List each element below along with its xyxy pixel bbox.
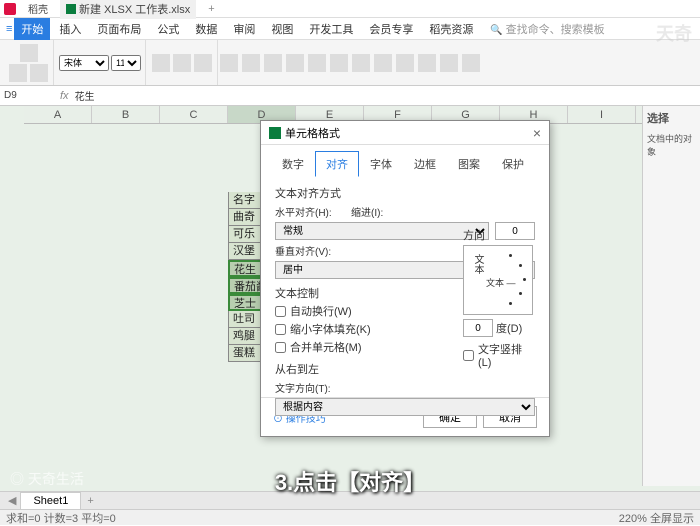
ribbon-misc-icon[interactable] bbox=[374, 54, 392, 72]
selection-pane: 选择 文档中的对象 bbox=[642, 106, 700, 486]
ribbon: 宋体 11 bbox=[0, 40, 700, 86]
menu-review[interactable]: 审阅 bbox=[226, 18, 262, 40]
document-tab[interactable]: 新建 XLSX 工作表.xlsx bbox=[60, 0, 196, 19]
section-align-label: 文本对齐方式 bbox=[275, 185, 535, 201]
cut-icon[interactable] bbox=[9, 64, 27, 82]
dialog-icon bbox=[269, 127, 281, 139]
menu-resource[interactable]: 稻壳资源 bbox=[422, 18, 480, 40]
copy-icon[interactable] bbox=[30, 64, 48, 82]
merge-label: 合并单元格(M) bbox=[290, 339, 362, 355]
degree-label: 度(D) bbox=[496, 320, 522, 336]
search-hint[interactable]: 🔍 查找命令、搜索模板 bbox=[490, 21, 604, 37]
vertical-text-label: 文字竖排(L) bbox=[478, 341, 535, 369]
orient-vertical-text: 文本 bbox=[470, 254, 485, 274]
h-align-select[interactable]: 常规 bbox=[275, 222, 489, 240]
ribbon-misc-icon[interactable] bbox=[220, 54, 238, 72]
size-select[interactable]: 11 bbox=[111, 55, 141, 71]
ribbon-misc-icon[interactable] bbox=[462, 54, 480, 72]
menu-dev[interactable]: 开发工具 bbox=[302, 18, 360, 40]
ribbon-align bbox=[147, 40, 218, 85]
font-select[interactable]: 宋体 bbox=[59, 55, 109, 71]
formula-content[interactable]: 花生 bbox=[75, 88, 95, 103]
ribbon-misc-icon[interactable] bbox=[330, 54, 348, 72]
menu-layout[interactable]: 页面布局 bbox=[90, 18, 148, 40]
col-header[interactable]: I bbox=[568, 106, 636, 123]
cell-format-dialog: 单元格格式 × 数字 对齐 字体 边框 图案 保护 文本对齐方式 水平对齐(H)… bbox=[260, 120, 550, 437]
formula-bar: D9 fx 花生 bbox=[0, 86, 700, 106]
tutorial-caption: 3.点击【对齐】 bbox=[0, 465, 700, 497]
ribbon-misc-icon[interactable] bbox=[418, 54, 436, 72]
tab-font[interactable]: 字体 bbox=[359, 151, 403, 177]
merge-checkbox[interactable] bbox=[275, 342, 286, 353]
app-menu-icon[interactable]: ≡ bbox=[6, 23, 12, 35]
wrap-label: 自动换行(W) bbox=[290, 303, 352, 319]
dialog-title-text: 单元格格式 bbox=[285, 125, 340, 141]
watermark: 天奇 bbox=[656, 20, 692, 46]
orientation-preview[interactable]: 文本 文本 — bbox=[463, 245, 533, 315]
status-right: 全屏显示 bbox=[650, 513, 694, 525]
ribbon-misc-icon[interactable] bbox=[352, 54, 370, 72]
direction-select[interactable]: 根据内容 bbox=[275, 398, 535, 416]
ribbon-font: 宋体 11 bbox=[55, 40, 146, 85]
ribbon-misc-icon[interactable] bbox=[440, 54, 458, 72]
fx-icon[interactable]: fx bbox=[60, 90, 69, 102]
document-name: 新建 XLSX 工作表.xlsx bbox=[79, 1, 190, 17]
menu-view[interactable]: 视图 bbox=[264, 18, 300, 40]
close-icon[interactable]: × bbox=[533, 125, 541, 141]
status-bar: 求和=0 计数=3 平均=0 220% 全屏显示 bbox=[0, 509, 700, 525]
cell-reference[interactable]: D9 bbox=[4, 90, 54, 101]
status-left: 求和=0 计数=3 平均=0 bbox=[6, 510, 116, 526]
app-tab[interactable]: 稻壳 bbox=[22, 0, 54, 18]
dialog-tabs: 数字 对齐 字体 边框 图案 保护 bbox=[261, 145, 549, 177]
align-center-icon[interactable] bbox=[173, 54, 191, 72]
shrink-checkbox[interactable] bbox=[275, 324, 286, 335]
xlsx-icon bbox=[66, 4, 76, 14]
tab-number[interactable]: 数字 bbox=[271, 151, 315, 177]
ribbon-clipboard bbox=[4, 40, 54, 85]
ribbon-misc-icon[interactable] bbox=[396, 54, 414, 72]
vertical-text-checkbox[interactable] bbox=[463, 350, 474, 361]
align-right-icon[interactable] bbox=[194, 54, 212, 72]
tab-protect[interactable]: 保护 bbox=[491, 151, 535, 177]
wrap-checkbox[interactable] bbox=[275, 306, 286, 317]
menu-bar: ≡ 开始 插入 页面布局 公式 数据 审阅 视图 开发工具 会员专享 稻壳资源 … bbox=[0, 18, 700, 40]
ribbon-misc-icon[interactable] bbox=[286, 54, 304, 72]
title-bar: 稻壳 新建 XLSX 工作表.xlsx + bbox=[0, 0, 700, 18]
menu-formula[interactable]: 公式 bbox=[150, 18, 186, 40]
align-left-icon[interactable] bbox=[152, 54, 170, 72]
tab-border[interactable]: 边框 bbox=[403, 151, 447, 177]
new-tab-button[interactable]: + bbox=[202, 3, 220, 15]
indent-label: 缩进(I): bbox=[351, 204, 383, 219]
paste-icon[interactable] bbox=[20, 44, 38, 62]
tab-align[interactable]: 对齐 bbox=[315, 151, 359, 177]
degree-spinner[interactable] bbox=[463, 319, 493, 337]
pane-title: 选择 bbox=[647, 110, 696, 126]
h-align-label: 水平对齐(H): bbox=[275, 204, 345, 219]
shrink-label: 缩小字体填充(K) bbox=[290, 321, 371, 337]
zoom-level[interactable]: 220% bbox=[619, 513, 647, 525]
v-align-label: 垂直对齐(V): bbox=[275, 243, 345, 258]
col-header[interactable]: A bbox=[24, 106, 92, 123]
col-header[interactable]: C bbox=[160, 106, 228, 123]
col-header[interactable]: B bbox=[92, 106, 160, 123]
pane-subtitle: 文档中的对象 bbox=[647, 132, 696, 158]
app-logo-icon bbox=[4, 3, 16, 15]
menu-member[interactable]: 会员专享 bbox=[362, 18, 420, 40]
menu-data[interactable]: 数据 bbox=[188, 18, 224, 40]
dialog-body: 文本对齐方式 水平对齐(H): 缩进(I): 常规 垂直对齐(V): 居中 文本… bbox=[261, 177, 549, 397]
ribbon-misc-icon[interactable] bbox=[308, 54, 326, 72]
section-orient-label: 方向 bbox=[463, 227, 535, 243]
tab-pattern[interactable]: 图案 bbox=[447, 151, 491, 177]
direction-label: 文字方向(T): bbox=[275, 380, 345, 395]
menu-insert[interactable]: 插入 bbox=[52, 18, 88, 40]
ribbon-misc-icon[interactable] bbox=[264, 54, 282, 72]
orientation-group: 方向 文本 文本 — 度(D) 文字竖排(L) bbox=[463, 227, 535, 371]
ribbon-misc-icon[interactable] bbox=[242, 54, 260, 72]
orient-sample: 文本 — bbox=[486, 276, 516, 289]
menu-start[interactable]: 开始 bbox=[14, 18, 50, 40]
dialog-titlebar: 单元格格式 × bbox=[261, 121, 549, 145]
